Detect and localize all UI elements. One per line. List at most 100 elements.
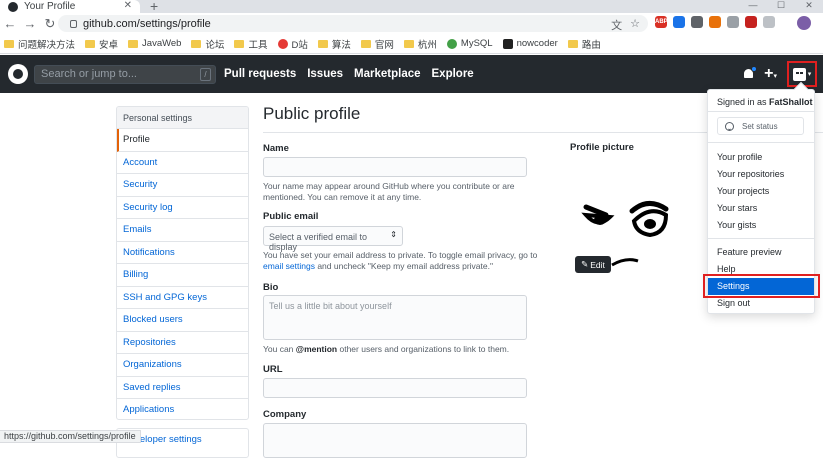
bookmark-item[interactable]: 算法 [317,37,351,51]
nav-marketplace[interactable]: Marketplace [354,68,420,80]
public-email-select[interactable]: Select a verified email to display ⇕ [263,226,403,252]
sidebar-item-security[interactable]: Security [117,174,248,197]
browser-toolbar: ← → ↻ github.com/settings/profile 文 ☆ AB… [0,13,823,34]
folder-icon [191,39,202,48]
address-url: github.com/settings/profile [83,17,211,30]
name-note: Your name may appear around GitHub where… [263,181,515,202]
folder-icon [128,39,139,48]
sidebar-item-emails[interactable]: Emails [117,219,248,242]
sidebar-item-applications[interactable]: Applications [117,399,248,419]
name-label: Name [263,143,289,154]
menu-your-projects[interactable]: Your projects [708,183,814,200]
bookmark-item[interactable]: MySQL [446,38,493,49]
username: FatShallot [769,97,813,107]
settings-highlight-annotation [703,274,820,298]
sidebar-item-security-log[interactable]: Security log [117,197,248,219]
bookmark-item[interactable]: 杭州 [403,37,437,51]
bookmarks-bar: 问题解决方法 安卓 JavaWeb 论坛 工具 D站 算法 官网 杭州 MySQ… [0,34,823,54]
sidebar-item-profile[interactable]: Profile [117,129,248,152]
menu-feature-preview[interactable]: Feature preview [708,244,814,261]
adblock-extension-icon[interactable]: ABP [655,16,668,28]
create-new-button[interactable]: +▾ [764,65,777,83]
sidebar-item-blocked-users[interactable]: Blocked users [117,309,248,332]
menu-your-profile[interactable]: Your profile [708,149,814,166]
bio-label: Bio [263,282,279,293]
sidebar-item-ssh-gpg-keys[interactable]: SSH and GPG keys [117,287,248,309]
close-tab-icon[interactable]: ✕ [124,0,132,11]
sidebar-item-saved-replies[interactable]: Saved replies [117,377,248,399]
sidebar-item-billing[interactable]: Billing [117,264,248,287]
extension-icon[interactable] [691,16,703,28]
name-field[interactable] [263,157,527,177]
extensions-puzzle-icon[interactable] [763,16,775,28]
menu-your-repositories[interactable]: Your repositories [708,166,814,183]
folder-icon [234,39,245,48]
nav-issues[interactable]: Issues [307,68,343,80]
browser-profile-avatar[interactable] [797,16,811,30]
set-status-button[interactable]: Set status [717,117,804,135]
sidebar-heading: Personal settings [117,107,248,129]
sidebar-item-repositories[interactable]: Repositories [117,332,248,354]
sidebar-item-organizations[interactable]: Organizations [117,354,248,377]
bookmark-item[interactable]: 论坛 [191,37,224,51]
forward-icon[interactable]: → [20,16,40,31]
tab-title: Your Profile [24,1,76,12]
new-tab-button[interactable]: + [150,0,158,14]
header-nav: Pull requests Issues Marketplace Explore [224,55,474,93]
menu-your-stars[interactable]: Your stars [708,200,814,217]
bookmark-item[interactable]: JavaWeb [128,38,181,49]
select-caret-icon: ⇕ [390,230,397,239]
settings-sidebar: Personal settings Profile Account Securi… [116,106,249,420]
bio-textarea[interactable]: Tell us a little bit about yourself [263,295,527,340]
divider [708,238,814,239]
window-controls: — ☐ ✕ [739,0,823,13]
extension-icon[interactable] [673,16,685,28]
company-field[interactable] [263,423,527,458]
search-input[interactable]: Search or jump to... / [34,65,216,84]
notifications-bell-icon[interactable] [743,66,758,80]
maximize-icon[interactable]: ☐ [767,0,795,13]
profile-form: Public profile [263,104,823,133]
menu-your-gists[interactable]: Your gists [708,217,814,234]
extension-icon[interactable] [709,16,721,28]
divider [708,111,814,112]
back-icon[interactable]: ← [0,16,20,31]
github-logo-icon[interactable] [8,64,28,84]
smiley-icon [725,121,734,131]
nav-pull-requests[interactable]: Pull requests [224,68,296,80]
close-window-icon[interactable]: ✕ [795,0,823,13]
sidebar-item-notifications[interactable]: Notifications [117,242,248,264]
profile-picture-label: Profile picture [570,142,634,153]
site-icon [446,38,457,49]
translate-icon[interactable]: 文 [611,17,622,33]
folder-icon [317,39,328,48]
reload-icon[interactable]: ↻ [40,16,60,32]
url-field[interactable] [263,378,527,398]
edit-picture-button[interactable]: ✎ Edit [575,256,611,273]
bookmark-item[interactable]: 安卓 [85,37,118,51]
nav-explore[interactable]: Explore [432,68,474,80]
browser-tabstrip: Your Profile ✕ + — ☐ ✕ [0,0,823,14]
email-note: You have set your email address to priva… [263,250,538,271]
sidebar-item-account[interactable]: Account [117,152,248,174]
url-label: URL [263,364,283,375]
address-bar[interactable]: github.com/settings/profile 文 ☆ [58,15,648,32]
email-settings-link[interactable]: email settings [263,261,315,271]
lock-icon [70,19,77,28]
bookmark-star-icon[interactable]: ☆ [630,17,640,33]
extension-icon[interactable] [745,16,757,28]
bookmark-item[interactable]: 工具 [234,37,268,51]
bookmark-item[interactable]: 路由 [567,37,601,51]
bookmark-item[interactable]: 官网 [360,37,394,51]
bio-note: You can @mention other users and organiz… [263,344,510,354]
bookmark-item[interactable]: D站 [277,37,308,51]
chevron-down-icon: ▾ [807,71,812,78]
github-header: Search or jump to... / Pull requests Iss… [0,55,823,93]
bookmark-item[interactable]: 问题解决方法 [4,37,75,51]
folder-icon [360,39,371,48]
browser-tab[interactable]: Your Profile ✕ [0,0,140,13]
extension-icon[interactable] [727,16,739,28]
bookmark-item[interactable]: nowcoder [502,38,558,49]
extensions: ABP [655,16,775,28]
minimize-icon[interactable]: — [739,0,767,13]
